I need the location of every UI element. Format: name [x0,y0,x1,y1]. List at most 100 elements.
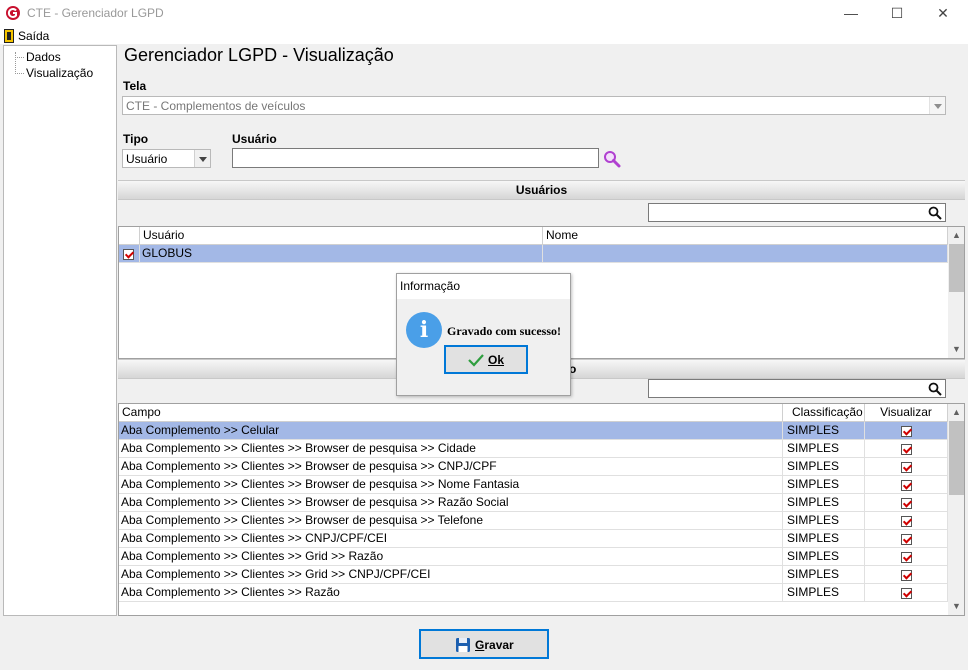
classificacao-cell: SIMPLES [783,494,865,511]
tree-item-dados[interactable]: Dados [26,50,61,64]
window-title: CTE - Gerenciador LGPD [27,6,164,20]
campos-grid: Campo Classificação Visualizar Aba Compl… [118,403,965,616]
visualizar-checkbox[interactable] [900,462,912,473]
table-row[interactable]: Aba Complemento >> Clientes >> Grid >> R… [119,548,948,566]
usuarios-search-input[interactable] [648,203,946,222]
chevron-down-icon [194,150,210,167]
visualizar-cell[interactable] [865,458,948,475]
visualizar-checkbox[interactable] [900,534,912,545]
visualizar-cell[interactable] [865,494,948,511]
tree-item-visualizacao[interactable]: Visualização [26,66,93,80]
campos-search-input[interactable] [648,379,946,398]
maximize-button[interactable]: ☐ [874,0,920,27]
visualizar-checkbox[interactable] [900,588,912,599]
campos-grid-header: Campo Classificação Visualizar [119,404,948,422]
header-campo[interactable]: Campo [119,404,783,421]
usuario-input[interactable] [232,148,599,168]
nome-cell [543,245,948,262]
header-classificacao[interactable]: Classificação [783,404,865,421]
info-dialog: Informação i Gravado com sucesso! Ok [396,273,571,396]
table-row[interactable]: Aba Complemento >> Celular SIMPLES [119,422,948,440]
dialog-title: Informação [397,274,570,299]
scrollbar-thumb[interactable] [949,244,964,292]
table-row[interactable]: Aba Complemento >> Clientes >> Browser d… [119,440,948,458]
search-icon[interactable] [928,382,942,396]
visualizar-cell[interactable] [865,512,948,529]
classificacao-cell: SIMPLES [783,476,865,493]
campos-scrollbar[interactable]: ▲ ▼ [948,404,964,615]
header-checkbox-column [119,227,140,244]
table-row[interactable]: GLOBUS [119,245,948,263]
checkmark-icon [468,354,484,367]
ok-button[interactable]: Ok [444,345,528,374]
usuarios-section-header: Usuários [118,180,965,200]
tipo-label: Tipo [123,132,149,146]
save-button-label-rest: ravar [484,638,514,652]
classificacao-cell: SIMPLES [783,422,865,439]
visualizar-cell[interactable] [865,476,948,493]
info-icon: i [406,312,442,348]
campo-cell: Aba Complemento >> Clientes >> Razão [119,584,783,601]
save-button-label: Gravar [475,638,514,652]
campo-cell: Aba Complemento >> Clientes >> CNPJ/CPF/… [119,530,783,547]
row-checkbox[interactable] [123,249,134,260]
tipo-select[interactable]: Usuário [122,149,211,168]
visualizar-checkbox[interactable] [900,516,912,527]
table-row[interactable]: Aba Complemento >> Clientes >> CNPJ/CPF/… [119,530,948,548]
exit-door-icon [4,28,14,43]
visualizar-cell[interactable] [865,422,948,439]
scroll-up-icon[interactable]: ▲ [948,404,964,421]
table-row[interactable]: Aba Complemento >> Clientes >> Grid >> C… [119,566,948,584]
visualizar-cell[interactable] [865,566,948,583]
campo-cell: Aba Complemento >> Clientes >> Browser d… [119,458,783,475]
visualizar-cell[interactable] [865,530,948,547]
tree-connector [15,57,24,58]
row-checkbox-cell[interactable] [119,245,140,262]
table-row[interactable]: Aba Complemento >> Clientes >> Browser d… [119,476,948,494]
visualizar-cell[interactable] [865,440,948,457]
close-button[interactable]: ✕ [920,0,966,27]
usuario-cell: GLOBUS [140,245,543,262]
table-row[interactable]: Aba Complemento >> Clientes >> Browser d… [119,512,948,530]
scroll-down-icon[interactable]: ▼ [948,341,964,358]
search-icon[interactable] [928,206,942,220]
tela-select-value: CTE - Complementos de veículos [126,99,306,113]
page-title: Gerenciador LGPD - Visualização [124,45,394,65]
table-row[interactable]: Aba Complemento >> Clientes >> Browser d… [119,458,948,476]
scrollbar-thumb[interactable] [949,421,964,495]
scroll-down-icon[interactable]: ▼ [948,598,964,615]
tree-connector [15,52,16,74]
visualizar-checkbox[interactable] [900,570,912,581]
usuario-label: Usuário [232,132,277,146]
table-row[interactable]: Aba Complemento >> Clientes >> Browser d… [119,494,948,512]
visualizar-checkbox[interactable] [900,444,912,455]
visualizar-checkbox[interactable] [900,552,912,563]
classificacao-cell: SIMPLES [783,584,865,601]
usuarios-grid-header: Usuário Nome [119,227,948,245]
scroll-up-icon[interactable]: ▲ [948,227,964,244]
campo-cell: Aba Complemento >> Clientes >> Grid >> C… [119,566,783,583]
header-nome[interactable]: Nome [543,227,948,244]
minimize-button[interactable]: — [828,0,874,27]
floppy-disk-icon [456,638,470,652]
save-button[interactable]: Gravar [419,629,549,659]
search-icon[interactable] [602,150,622,168]
menu-exit[interactable]: Saída [4,27,49,44]
visualizar-cell[interactable] [865,548,948,565]
header-usuario[interactable]: Usuário [140,227,543,244]
campo-cell: Aba Complemento >> Clientes >> Grid >> R… [119,548,783,565]
classificacao-cell: SIMPLES [783,548,865,565]
visualizar-checkbox[interactable] [900,426,912,437]
visualizar-checkbox[interactable] [900,480,912,491]
visualizar-checkbox[interactable] [900,498,912,509]
ok-button-label: Ok [488,353,505,367]
header-visualizar[interactable]: Visualizar [865,404,948,421]
tela-label: Tela [123,79,147,93]
table-row[interactable]: Aba Complemento >> Clientes >> Razão SIMP… [119,584,948,602]
chevron-down-icon [929,97,945,114]
classificacao-cell: SIMPLES [783,458,865,475]
tipo-select-value: Usuário [126,152,168,166]
visualizar-cell[interactable] [865,584,948,601]
tela-select[interactable]: CTE - Complementos de veículos [122,96,946,115]
usuarios-scrollbar[interactable]: ▲ ▼ [948,227,964,358]
